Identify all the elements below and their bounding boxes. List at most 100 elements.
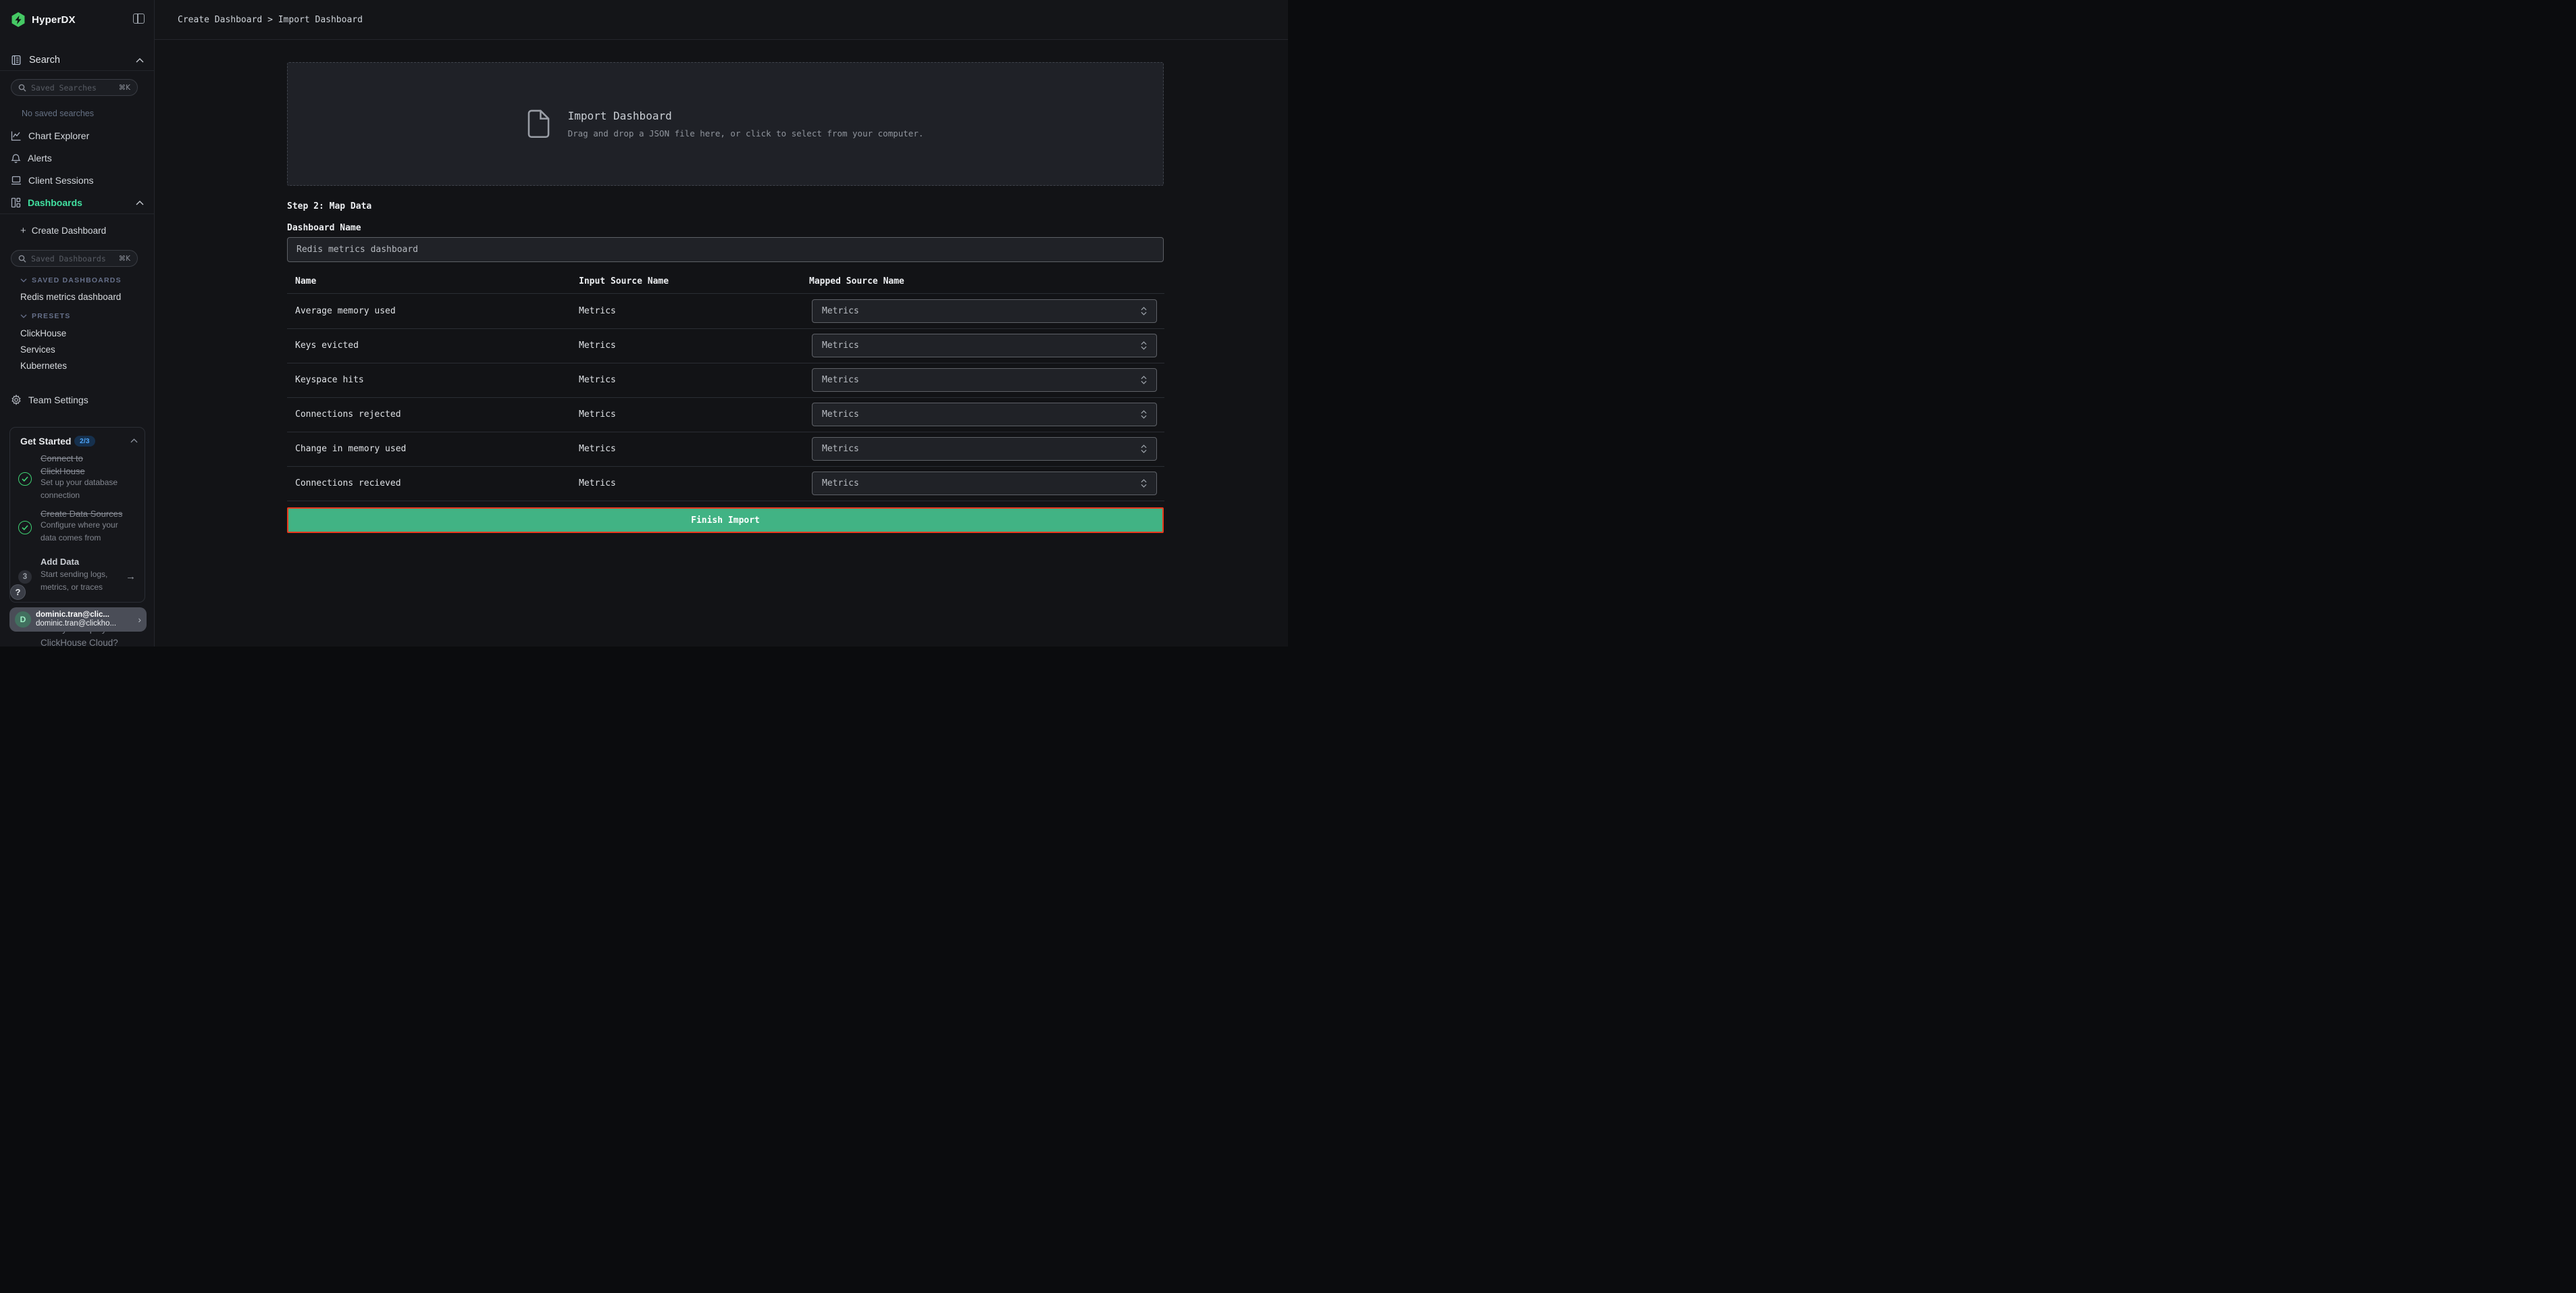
- column-header-name: Name: [295, 276, 316, 286]
- user-menu[interactable]: D dominic.tran@clic... dominic.tran@clic…: [9, 607, 147, 632]
- avatar: D: [15, 611, 31, 628]
- select-value: Metrics: [822, 306, 859, 316]
- preset-item-kubernetes[interactable]: Kubernetes: [20, 361, 67, 371]
- nav-label: Client Sessions: [28, 175, 94, 186]
- sidebar-item-chart-explorer[interactable]: Chart Explorer: [0, 125, 155, 147]
- check-circle-icon: [18, 521, 32, 534]
- select-carets-icon: [1141, 307, 1147, 315]
- nav-label: Alerts: [28, 153, 52, 163]
- chevron-down-icon: [20, 278, 27, 282]
- get-started-progress-badge: 2/3: [74, 436, 95, 447]
- saved-searches-input[interactable]: [31, 83, 114, 93]
- dashboard-name-label: Dashboard Name: [287, 223, 361, 233]
- chevron-up-icon: [136, 58, 144, 63]
- sidebar-item-dashboards[interactable]: Dashboards: [0, 192, 155, 213]
- search-section-label: Search: [29, 55, 60, 66]
- column-header-input-source: Input Source Name: [579, 276, 669, 286]
- chevron-up-icon[interactable]: [130, 438, 138, 443]
- chevron-right-icon: ›: [138, 614, 141, 625]
- row-name: Keys evicted: [295, 340, 359, 351]
- finish-import-button[interactable]: Finish Import: [287, 507, 1164, 533]
- breadcrumb-separator: >: [267, 15, 278, 25]
- saved-dashboard-item[interactable]: Redis metrics dashboard: [20, 292, 121, 302]
- search-icon: [18, 255, 26, 263]
- mapped-source-select[interactable]: Metrics: [812, 403, 1157, 426]
- sidebar-item-client-sessions[interactable]: Client Sessions: [0, 170, 155, 191]
- step-label: Step 2: Map Data: [287, 201, 371, 211]
- saved-searches-search[interactable]: ⌘K: [11, 79, 138, 96]
- sidebar-item-team-settings[interactable]: Team Settings: [0, 389, 155, 411]
- breadcrumb: Create Dashboard > Import Dashboard: [178, 15, 363, 25]
- row-name: Change in memory used: [295, 444, 406, 454]
- column-header-mapped-source: Mapped Source Name: [809, 276, 904, 286]
- select-carets-icon: [1141, 376, 1147, 384]
- get-started-step-desc: Configure where your data comes from: [41, 519, 130, 544]
- select-value: Metrics: [822, 478, 859, 488]
- dropzone-title: Import Dashboard: [568, 109, 924, 122]
- user-email: dominic.tran@clickho...: [36, 619, 133, 628]
- saved-dashboards-input[interactable]: [31, 254, 114, 263]
- brand[interactable]: HyperDX: [11, 12, 76, 27]
- preset-item-services[interactable]: Services: [20, 345, 55, 355]
- json-file-dropzone[interactable]: Import Dashboard Drag and drop a JSON fi…: [287, 62, 1164, 186]
- mapped-source-select[interactable]: Metrics: [812, 437, 1157, 461]
- dropzone-text: Import Dashboard Drag and drop a JSON fi…: [568, 109, 924, 138]
- nav-label: Dashboards: [28, 197, 82, 208]
- select-carets-icon: [1141, 479, 1147, 488]
- select-carets-icon: [1141, 445, 1147, 453]
- app-window: HyperDX Search ⌘: [0, 0, 1288, 646]
- get-started-step-title[interactable]: Add Data: [41, 555, 128, 568]
- top-header: Create Dashboard > Import Dashboard: [155, 0, 1288, 40]
- mapped-source-select[interactable]: Metrics: [812, 299, 1157, 323]
- collapse-sidebar-icon[interactable]: [133, 14, 145, 24]
- saved-dashboards-section-toggle[interactable]: SAVED DASHBOARDS: [20, 276, 122, 284]
- lightning-bolt-icon: [15, 16, 22, 24]
- row-input-source: Metrics: [579, 375, 616, 385]
- hyperdx-logo-icon: [11, 12, 26, 27]
- nav-label: Chart Explorer: [28, 130, 89, 141]
- check-circle-icon: [18, 472, 32, 486]
- select-carets-icon: [1141, 341, 1147, 350]
- row-name: Average memory used: [295, 306, 396, 316]
- arrow-right-icon[interactable]: →: [126, 571, 136, 582]
- get-started-title: Get Started: [20, 436, 71, 447]
- section-label: PRESETS: [32, 312, 70, 320]
- divider: [0, 213, 155, 214]
- create-dashboard-button[interactable]: + Create Dashboard: [0, 221, 155, 240]
- select-carets-icon: [1141, 410, 1147, 419]
- preset-item-clickhouse[interactable]: ClickHouse: [20, 328, 66, 338]
- chevron-down-icon: [20, 314, 27, 318]
- select-value: Metrics: [822, 340, 859, 351]
- presets-section-toggle[interactable]: PRESETS: [20, 312, 70, 320]
- sidebar-item-alerts[interactable]: Alerts: [0, 147, 155, 169]
- get-started-step-title[interactable]: Connect to ClickHouse: [41, 452, 105, 478]
- plus-icon: +: [20, 225, 26, 236]
- get-started-step-desc: Start sending logs, metrics, or traces: [41, 568, 124, 594]
- saved-dashboards-search[interactable]: ⌘K: [11, 250, 138, 267]
- divider: [287, 397, 1164, 398]
- step-number-badge: 3: [18, 570, 32, 584]
- user-name: dominic.tran@clic...: [36, 611, 133, 619]
- row-name: Connections rejected: [295, 409, 401, 420]
- brand-name: HyperDX: [32, 14, 76, 26]
- row-input-source: Metrics: [579, 340, 616, 351]
- mapped-source-select[interactable]: Metrics: [812, 472, 1157, 495]
- chevron-up-icon: [136, 201, 144, 205]
- select-value: Metrics: [822, 409, 859, 420]
- mapped-source-select[interactable]: Metrics: [812, 334, 1157, 357]
- mapped-source-select[interactable]: Metrics: [812, 368, 1157, 392]
- sidebar: HyperDX Search ⌘: [0, 0, 155, 646]
- row-name: Connections recieved: [295, 478, 401, 488]
- divider: [0, 70, 155, 71]
- dashboard-name-input[interactable]: [287, 237, 1164, 262]
- select-value: Metrics: [822, 375, 859, 385]
- breadcrumb-parent[interactable]: Create Dashboard: [178, 15, 262, 25]
- row-input-source: Metrics: [579, 478, 616, 488]
- breadcrumb-current: Import Dashboard: [278, 15, 363, 25]
- section-label: SAVED DASHBOARDS: [32, 276, 122, 284]
- gear-icon: [11, 395, 22, 405]
- help-button[interactable]: ?: [10, 584, 26, 600]
- search-icon: [18, 84, 26, 92]
- divider: [287, 293, 1164, 294]
- sidebar-item-search[interactable]: Search: [0, 50, 155, 70]
